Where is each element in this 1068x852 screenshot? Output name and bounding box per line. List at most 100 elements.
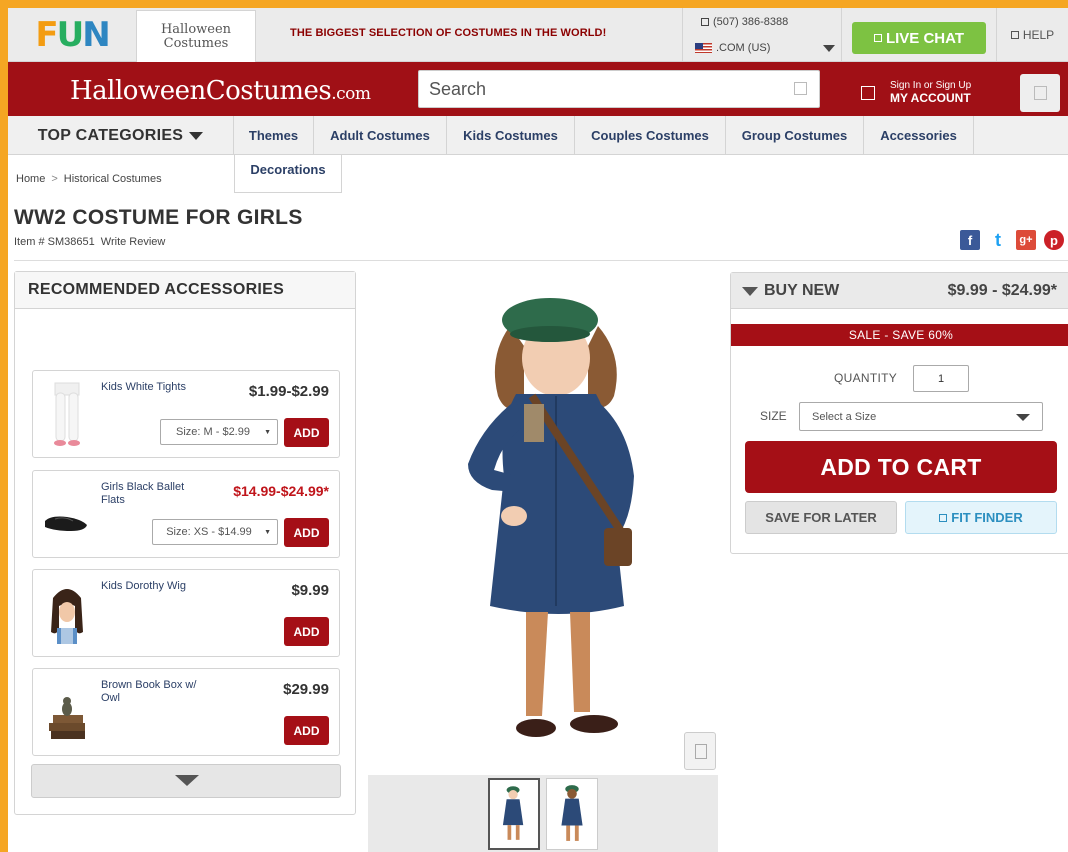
thumbnail-front[interactable]: [488, 778, 540, 850]
dorothy-wig-image[interactable]: [41, 578, 93, 648]
accessories-heading: RECOMMENDED ACCESSORIES: [15, 272, 355, 309]
fun-logo[interactable]: FUN: [8, 8, 136, 62]
write-review-link[interactable]: Write Review: [101, 236, 166, 248]
breadcrumb-category[interactable]: Historical Costumes: [64, 173, 162, 185]
nav-item-group-costumes[interactable]: Group Costumes: [726, 116, 864, 155]
accessory-price: $1.99-$2.99: [248, 383, 329, 400]
cart-icon[interactable]: [1020, 74, 1060, 112]
buy-box: BUY NEW $9.99 - $24.99* SALE - SAVE 60% …: [730, 272, 1068, 554]
chevron-down-icon: [189, 131, 204, 140]
account-icon[interactable]: [861, 86, 875, 100]
add-to-cart-button[interactable]: ADD TO CART: [745, 441, 1057, 493]
region-label: .COM (US): [716, 42, 771, 54]
top-utility-bar: FUN Halloween Costumes THE BIGGEST SELEC…: [8, 8, 1068, 62]
buy-new-header[interactable]: BUY NEW $9.99 - $24.99*: [731, 273, 1068, 309]
chevron-down-icon: [175, 775, 199, 786]
breadcrumb-separator: >: [51, 173, 58, 185]
site-logo-suffix: .com: [331, 84, 371, 104]
phone-number[interactable]: (507) 386-8388: [701, 16, 788, 28]
size-select[interactable]: Select a Size: [799, 402, 1043, 431]
book-box-owl-image[interactable]: [41, 677, 93, 747]
add-accessory-button[interactable]: ADD: [284, 518, 329, 547]
item-info: Item # SM38651 Write Review: [14, 236, 165, 248]
add-accessory-button[interactable]: ADD: [284, 617, 329, 646]
help-label: HELP: [1022, 28, 1055, 42]
accessory-price: $29.99: [283, 681, 329, 698]
zoom-icon[interactable]: [684, 732, 716, 770]
fun-logo-letter: F: [35, 15, 58, 55]
help-link[interactable]: HELP: [996, 8, 1068, 62]
size-select-value: Select a Size: [812, 410, 877, 423]
accessory-name[interactable]: Girls Black Ballet Flats: [101, 481, 201, 507]
nav-item-decorations[interactable]: Decorations: [234, 155, 342, 193]
nav-item-adult-costumes[interactable]: Adult Costumes: [314, 116, 447, 155]
accessory-item: Girls Black Ballet Flats $14.99-$24.99* …: [32, 470, 340, 558]
hc-logo-line: Halloween: [160, 21, 232, 37]
nav-item-accessories[interactable]: Accessories: [864, 116, 974, 155]
accessory-item: Kids White Tights $1.99-$2.99 Size: M - …: [32, 370, 340, 458]
twitter-icon[interactable]: t: [988, 230, 1008, 250]
accessory-name[interactable]: Kids White Tights: [101, 381, 201, 394]
ruler-icon: [939, 513, 948, 522]
phone-icon: [701, 18, 709, 27]
fit-finder-button[interactable]: FIT FINDER: [905, 501, 1057, 534]
accessory-item: Kids Dorothy Wig $9.99 ADD: [32, 569, 340, 657]
item-number: Item # SM38651: [14, 236, 95, 248]
ballet-flats-image[interactable]: [41, 479, 93, 549]
fun-logo-letter: U: [56, 15, 85, 55]
add-accessory-button[interactable]: ADD: [284, 716, 329, 745]
search-input[interactable]: [418, 70, 820, 108]
nav-item-kids-costumes[interactable]: Kids Costumes: [447, 116, 575, 155]
fun-logo-letter: N: [82, 15, 111, 55]
pinterest-icon[interactable]: p: [1044, 230, 1064, 250]
nav-item-couples-costumes[interactable]: Couples Costumes: [575, 116, 726, 155]
site-logo[interactable]: HalloweenCostumes.com: [70, 76, 371, 106]
quantity-label: QUANTITY: [834, 371, 898, 385]
phone-text: (507) 386-8388: [713, 16, 789, 28]
top-categories-menu[interactable]: TOP CATEGORIES: [8, 116, 234, 155]
contact-box: (507) 386-8388 .COM (US): [682, 8, 842, 62]
product-main-image[interactable]: [428, 276, 688, 766]
save-for-later-button[interactable]: SAVE FOR LATER: [745, 501, 897, 534]
size-label: SIZE: [760, 409, 787, 423]
thumbnail-back[interactable]: [546, 778, 598, 850]
site-header: HalloweenCostumes.com Sign In or Sign Up…: [8, 62, 1068, 116]
accessory-item: Brown Book Box w/ Owl $29.99 ADD: [32, 668, 340, 756]
search-icon[interactable]: [794, 82, 807, 95]
thumbnail-front-image: [502, 786, 524, 840]
google-plus-icon[interactable]: g+: [1016, 230, 1036, 250]
region-selector[interactable]: .COM (US): [695, 39, 837, 57]
halloween-costumes-tab[interactable]: Halloween Costumes: [136, 10, 256, 62]
breadcrumb-home[interactable]: Home: [16, 173, 45, 185]
social-share: f t g+ p: [960, 230, 1064, 250]
breadcrumb: Home > Historical Costumes: [16, 173, 162, 185]
price-range: $9.99 - $24.99*: [947, 282, 1057, 299]
accessory-size-select[interactable]: Size: M - $2.99: [160, 419, 278, 445]
chevron-down-icon: [1016, 414, 1030, 421]
more-accessories-button[interactable]: [31, 764, 341, 798]
buy-new-label: BUY NEW: [764, 282, 840, 299]
help-icon: [1010, 31, 1019, 39]
chevron-down-icon: [742, 287, 758, 296]
accessory-price: $14.99-$24.99*: [233, 483, 329, 499]
accessory-name[interactable]: Brown Book Box w/ Owl: [101, 679, 201, 705]
accessory-name[interactable]: Kids Dorothy Wig: [101, 580, 201, 593]
my-account-label: MY ACCOUNT: [890, 91, 971, 105]
white-tights-image[interactable]: [41, 379, 93, 449]
add-accessory-button[interactable]: ADD: [284, 418, 329, 447]
fit-finder-label: FIT FINDER: [951, 510, 1023, 525]
live-chat-button[interactable]: LIVE CHAT: [852, 22, 986, 54]
us-flag-icon: [695, 43, 712, 53]
accessory-size-select[interactable]: Size: XS - $14.99: [152, 519, 278, 545]
quantity-input[interactable]: [913, 365, 969, 392]
hc-logo-line: Costumes: [163, 35, 229, 51]
recommended-accessories-panel: RECOMMENDED ACCESSORIES Kids White Tight…: [14, 271, 356, 815]
top-categories-label: TOP CATEGORIES: [37, 126, 184, 144]
facebook-icon[interactable]: f: [960, 230, 980, 250]
nav-item-themes[interactable]: Themes: [234, 116, 314, 155]
site-logo-main: HalloweenCostumes: [70, 76, 332, 106]
chat-icon: [873, 34, 882, 42]
live-chat-label: LIVE CHAT: [885, 29, 965, 47]
accessory-price: $9.99: [291, 582, 329, 599]
my-account-link[interactable]: Sign In or Sign Up MY ACCOUNT: [890, 80, 971, 104]
